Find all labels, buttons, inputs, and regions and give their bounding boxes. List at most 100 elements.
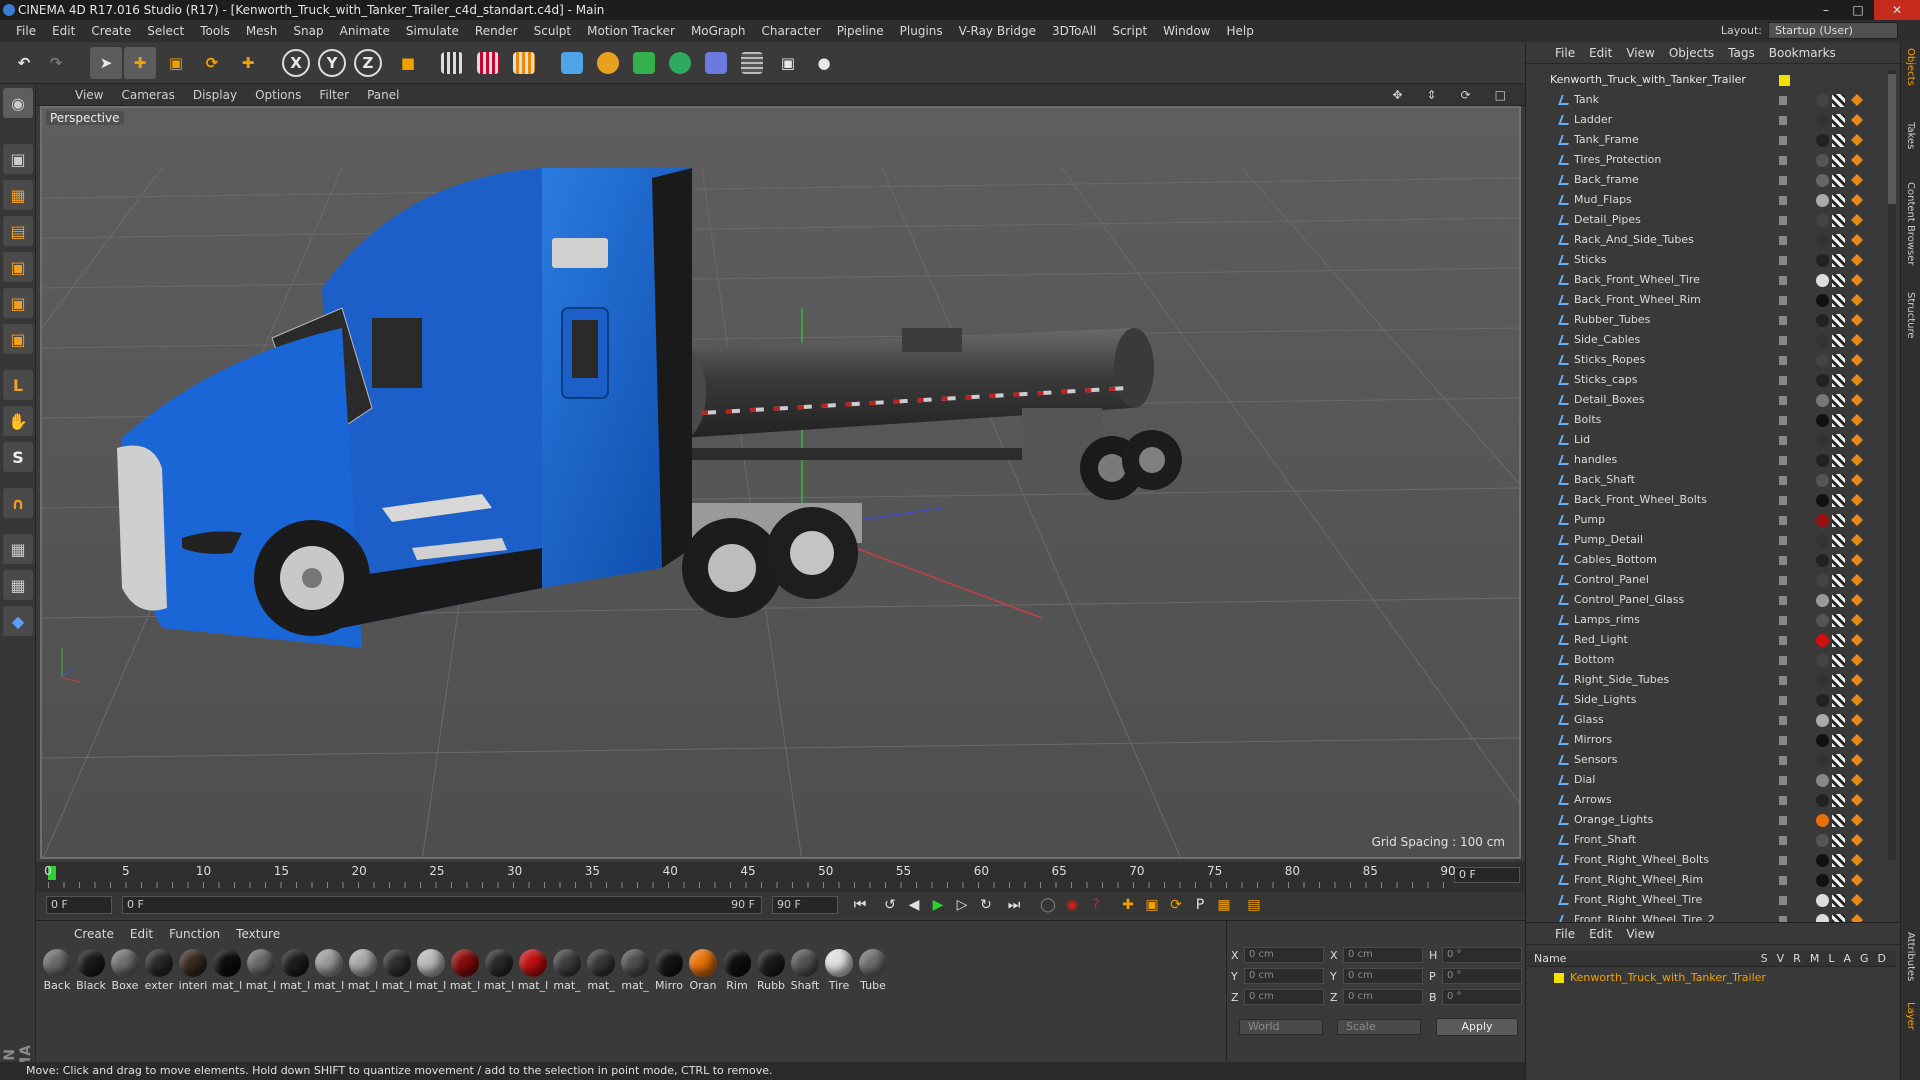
material-tag-icon[interactable] [1816, 94, 1829, 107]
phong-tag-icon[interactable] [1851, 374, 1863, 386]
visibility-toggle[interactable] [1779, 316, 1787, 325]
phong-tag-icon[interactable] [1851, 614, 1863, 626]
phong-tag-icon[interactable] [1851, 894, 1863, 906]
texture-tag-icon[interactable] [1832, 614, 1845, 627]
coordinate-space-dropdown[interactable]: World [1239, 1019, 1323, 1035]
autokey-icon[interactable]: ◉ [1060, 894, 1084, 916]
layer-column-r[interactable]: R [1793, 951, 1801, 967]
material-tag-icon[interactable] [1816, 374, 1829, 387]
size-z-input[interactable]: 0 cm [1343, 989, 1423, 1005]
object-row[interactable]: Front_Shaft [1526, 830, 1896, 850]
phong-tag-icon[interactable] [1851, 154, 1863, 166]
move-tool-icon[interactable]: ✚ [124, 47, 156, 79]
material-tag-icon[interactable] [1816, 274, 1829, 287]
visibility-toggle[interactable] [1779, 476, 1787, 485]
menu-window[interactable]: Window [1155, 24, 1218, 38]
object-row[interactable]: Back_Front_Wheel_Tire [1526, 270, 1896, 290]
phong-tag-icon[interactable] [1851, 854, 1863, 866]
phong-tag-icon[interactable] [1851, 654, 1863, 666]
object-row[interactable]: handles [1526, 450, 1896, 470]
material-tag-icon[interactable] [1816, 414, 1829, 427]
keyframe-selection-icon[interactable]: ? [1084, 894, 1108, 916]
next-frame-icon[interactable]: ▷ [950, 894, 974, 916]
material-tag-icon[interactable] [1816, 794, 1829, 807]
texture-tag-icon[interactable] [1832, 874, 1845, 887]
next-key-icon[interactable]: ↻ [974, 894, 998, 916]
layer-column-m[interactable]: M [1810, 951, 1820, 967]
object-row[interactable]: Pump_Detail [1526, 530, 1896, 550]
visibility-toggle[interactable] [1779, 436, 1787, 445]
material-tag-icon[interactable] [1816, 454, 1829, 467]
size-y-input[interactable]: 0 cm [1343, 968, 1423, 984]
visibility-toggle[interactable] [1779, 216, 1787, 225]
floor-scene-icon[interactable] [736, 47, 768, 79]
phong-tag-icon[interactable] [1851, 114, 1863, 126]
snap-icon[interactable]: S [3, 442, 33, 472]
object-list-scrollbar[interactable] [1888, 70, 1896, 860]
texture-mode-icon[interactable]: ▦ [3, 180, 33, 210]
material-swatch[interactable]: Tire [822, 949, 856, 992]
menu-edit[interactable]: Edit [44, 24, 83, 38]
phong-tag-icon[interactable] [1851, 634, 1863, 646]
edges-mode-icon[interactable]: ▣ [3, 288, 33, 318]
visibility-toggle[interactable] [1779, 636, 1787, 645]
visibility-toggle[interactable] [1779, 556, 1787, 565]
material-tag-icon[interactable] [1816, 814, 1829, 827]
phong-tag-icon[interactable] [1851, 434, 1863, 446]
object-row[interactable]: Rack_And_Side_Tubes [1526, 230, 1896, 250]
zoom-icon[interactable]: ⇕ [1418, 88, 1446, 102]
make-editable-icon[interactable]: ◉ [3, 88, 33, 118]
texture-tag-icon[interactable] [1832, 714, 1845, 727]
phong-tag-icon[interactable] [1851, 454, 1863, 466]
visibility-toggle[interactable] [1779, 96, 1787, 105]
visibility-toggle[interactable] [1779, 896, 1787, 905]
play-icon[interactable]: ▶ [926, 894, 950, 916]
material-tag-icon[interactable] [1816, 734, 1829, 747]
material-swatch[interactable]: mat_l [244, 949, 278, 992]
texture-tag-icon[interactable] [1832, 474, 1845, 487]
side-tab-attributes[interactable]: Attributes [1905, 932, 1916, 981]
position-y-input[interactable]: 0 cm [1244, 968, 1324, 984]
object-row[interactable]: Dial [1526, 770, 1896, 790]
start-frame-field[interactable]: 0 F [46, 896, 112, 914]
material-swatch[interactable]: Back [40, 949, 74, 992]
object-row[interactable]: Back_Front_Wheel_Bolts [1526, 490, 1896, 510]
phong-tag-icon[interactable] [1851, 314, 1863, 326]
texture-tag-icon[interactable] [1832, 894, 1845, 907]
visibility-toggle[interactable] [1779, 696, 1787, 705]
camera-icon[interactable]: ▣ [772, 47, 804, 79]
size-x-input[interactable]: 0 cm [1343, 947, 1423, 963]
visibility-toggle[interactable] [1779, 516, 1787, 525]
layer-column-v[interactable]: V [1777, 951, 1785, 967]
material-tag-icon[interactable] [1816, 694, 1829, 707]
material-swatch[interactable]: interi [176, 949, 210, 992]
material-tag-icon[interactable] [1816, 774, 1829, 787]
object-row[interactable]: Sticks [1526, 250, 1896, 270]
key-position-icon[interactable]: ✚ [1116, 894, 1140, 916]
viewport-menu-options[interactable]: Options [246, 88, 310, 102]
nurbs-generator-icon[interactable] [628, 47, 660, 79]
material-swatch[interactable]: Boxe [108, 949, 142, 992]
object-row[interactable]: Arrows [1526, 790, 1896, 810]
maximize-button[interactable]: □ [1842, 0, 1874, 20]
z-axis-lock-icon[interactable]: Z [354, 49, 382, 77]
visibility-toggle[interactable] [1779, 236, 1787, 245]
phong-tag-icon[interactable] [1851, 334, 1863, 346]
material-tag-icon[interactable] [1816, 754, 1829, 767]
material-tag-icon[interactable] [1816, 834, 1829, 847]
material-swatch[interactable]: mat_l [516, 949, 550, 992]
phong-tag-icon[interactable] [1851, 514, 1863, 526]
rotate-tool-icon[interactable]: ⟳ [196, 47, 228, 79]
end-frame-field[interactable]: 90 F [772, 896, 838, 914]
phong-tag-icon[interactable] [1851, 814, 1863, 826]
object-row[interactable]: Tires_Protection [1526, 150, 1896, 170]
phong-tag-icon[interactable] [1851, 834, 1863, 846]
visibility-toggle[interactable] [1779, 816, 1787, 825]
material-swatch[interactable]: Black [74, 949, 108, 992]
material-tag-icon[interactable] [1816, 594, 1829, 607]
material-tag-icon[interactable] [1816, 554, 1829, 567]
material-swatch[interactable]: Rubb [754, 949, 788, 992]
x-axis-lock-icon[interactable]: X [282, 49, 310, 77]
layout-dropdown[interactable]: Startup (User) [1768, 22, 1898, 39]
phong-tag-icon[interactable] [1851, 274, 1863, 286]
